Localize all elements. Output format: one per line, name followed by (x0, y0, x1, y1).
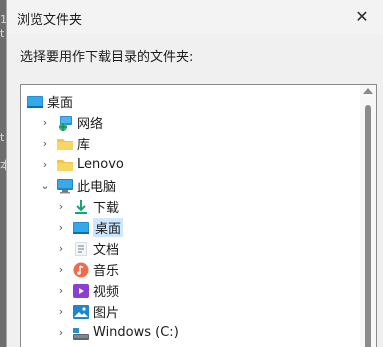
desktop-icon (27, 94, 43, 110)
vertical-scrollbar[interactable] (360, 85, 376, 347)
chevron-right-icon[interactable]: › (39, 112, 51, 133)
tree-item[interactable]: › Lenovo (39, 154, 124, 175)
scrollbar-thumb[interactable] (365, 105, 371, 347)
chevron-right-icon[interactable]: › (55, 322, 67, 343)
tree-item-label: 图片 (93, 306, 120, 321)
browse-folder-dialog: 浏览文件夹 ✕ 选择要用作下载目录的文件夹: 桌面 › 网络 › 库 › Lenovo ⌄ 此电… (6, 0, 383, 347)
chevron-right-icon[interactable]: › (39, 154, 51, 175)
tree-item[interactable]: › 音乐 (55, 259, 119, 280)
chevron-right-icon[interactable]: › (55, 196, 67, 217)
tree-item-label: 网络 (77, 117, 104, 132)
tree-item[interactable]: › 库 (39, 133, 90, 154)
folder-tree[interactable]: 桌面 › 网络 › 库 › Lenovo ⌄ 此电脑 › 下载 › 桌面 › 文档 › 音乐 › 视频 › 图片 › Win… (20, 84, 377, 347)
tree-item-label: 桌面 (93, 218, 124, 237)
tree-item-label: 文档 (93, 243, 120, 258)
dialog-prompt: 选择要用作下载目录的文件夹: (20, 50, 194, 65)
tree-item-label: 库 (77, 138, 91, 153)
tree-item[interactable]: ⌄ 此电脑 (39, 175, 116, 196)
computer-icon (57, 178, 73, 194)
window-title: 浏览文件夹 (17, 13, 83, 28)
folder-icon (57, 157, 73, 173)
chevron-right-icon[interactable]: › (55, 238, 67, 259)
tree-item-label: 此电脑 (77, 180, 117, 195)
tree-item-label: Lenovo (77, 157, 124, 172)
title-bar: 浏览文件夹 ✕ (7, 0, 383, 34)
tree-item[interactable]: › 图片 (55, 301, 119, 322)
tree-item[interactable]: › 下载 (55, 196, 119, 217)
tree-item-label: 桌面 (47, 96, 74, 111)
download-icon (73, 199, 89, 215)
tree-item-label: 视频 (93, 285, 120, 300)
close-icon: ✕ (355, 6, 369, 26)
music-icon (73, 262, 89, 278)
chevron-right-icon[interactable]: › (55, 217, 67, 238)
chevron-right-icon[interactable]: › (55, 259, 67, 280)
desktop-icon (73, 220, 89, 236)
tree-item-label: Windows (C:) (93, 325, 179, 340)
tree-item[interactable]: › 桌面 (55, 217, 124, 238)
network-icon (57, 115, 73, 131)
tree-item[interactable]: › 视频 (55, 280, 119, 301)
chevron-down-icon[interactable]: ⌄ (39, 175, 51, 196)
folder-icon (57, 136, 73, 152)
chevron-right-icon[interactable]: › (39, 133, 51, 154)
pictures-icon (73, 304, 89, 320)
chevron-right-icon[interactable]: › (55, 280, 67, 301)
tree-item[interactable]: › 网络 (39, 112, 103, 133)
chevron-right-icon[interactable]: › (55, 301, 67, 322)
scroll-up-arrow-icon[interactable] (363, 88, 373, 94)
tree-item-label: 音乐 (93, 264, 120, 279)
tree-item[interactable]: › 文档 (55, 238, 119, 259)
tree-item[interactable]: 桌面 (27, 91, 73, 112)
video-icon (73, 283, 89, 299)
drive-icon (73, 325, 89, 341)
tree-item-label: 下载 (93, 201, 120, 216)
close-button[interactable]: ✕ (351, 6, 373, 26)
document-icon (73, 241, 89, 257)
tree-item[interactable]: › Windows (C:) (55, 322, 179, 343)
